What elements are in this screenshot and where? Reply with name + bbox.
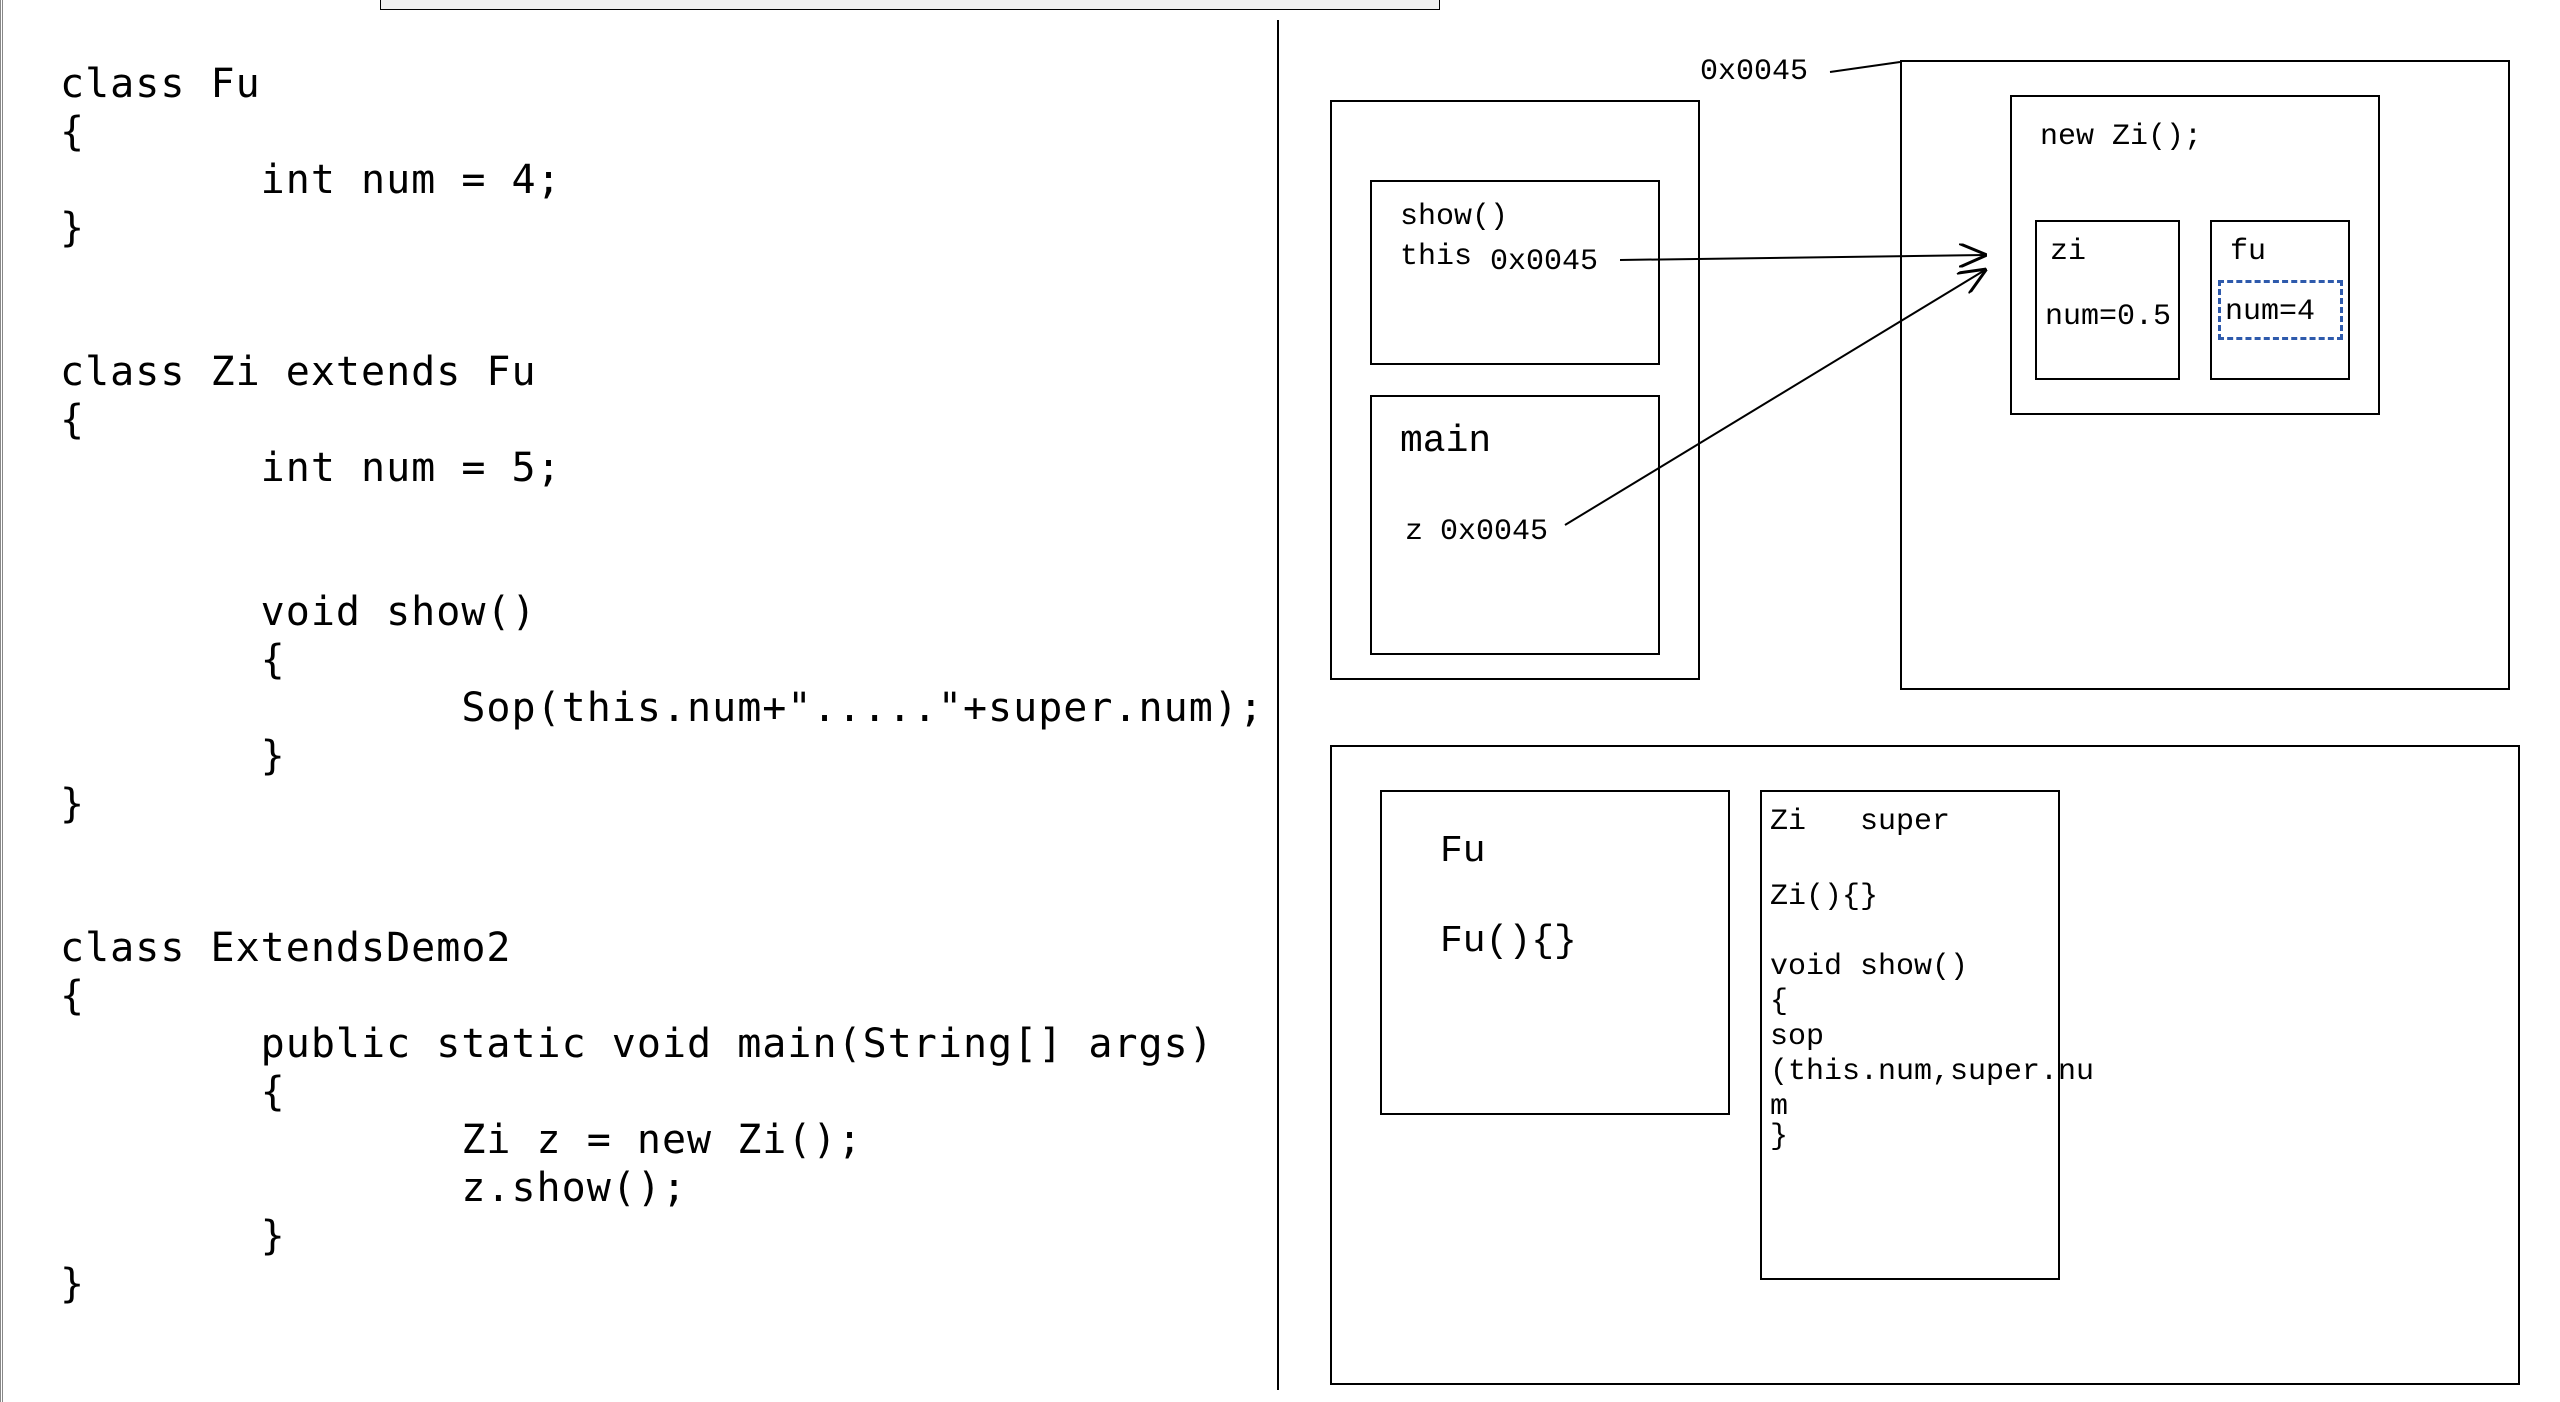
method-zi-line6: (this.num,super.nu <box>1770 1055 2094 1089</box>
show-this-label: this <box>1400 240 1472 274</box>
method-zi-line3: void show() <box>1770 950 1968 984</box>
vertical-divider <box>1277 20 1279 1390</box>
source-code: class Fu { int num = 4; } class Zi exten… <box>60 60 1264 1308</box>
show-this-value: 0x0045 <box>1490 245 1598 279</box>
show-label: show() <box>1400 200 1508 234</box>
main-z-value: 0x0045 <box>1440 515 1548 549</box>
main-z-label: z <box>1405 515 1423 549</box>
heap-fu-field: num=4 <box>2225 295 2315 329</box>
method-fu-ctor: Fu(){} <box>1440 920 1577 963</box>
method-zi-line5: sop <box>1770 1020 1824 1054</box>
heap-address-label: 0x0045 <box>1700 55 1808 89</box>
method-zi-line8: } <box>1770 1120 1788 1154</box>
main-label: main <box>1400 420 1491 463</box>
method-fu-title: Fu <box>1440 830 1486 873</box>
method-zi-line7: m <box>1770 1090 1788 1124</box>
method-zi-line1: Zi super <box>1770 805 1950 839</box>
heap-zi-field: num=0.5 <box>2045 300 2171 334</box>
heap-zi-label: zi <box>2050 235 2086 269</box>
top-toolbar-fragment <box>380 0 1440 10</box>
heap-fu-label: fu <box>2230 235 2266 269</box>
method-zi-line2: Zi(){} <box>1770 880 1878 914</box>
heap-object-title: new Zi(); <box>2040 120 2202 154</box>
left-edge <box>0 0 3 1402</box>
method-zi-line4: { <box>1770 985 1788 1019</box>
